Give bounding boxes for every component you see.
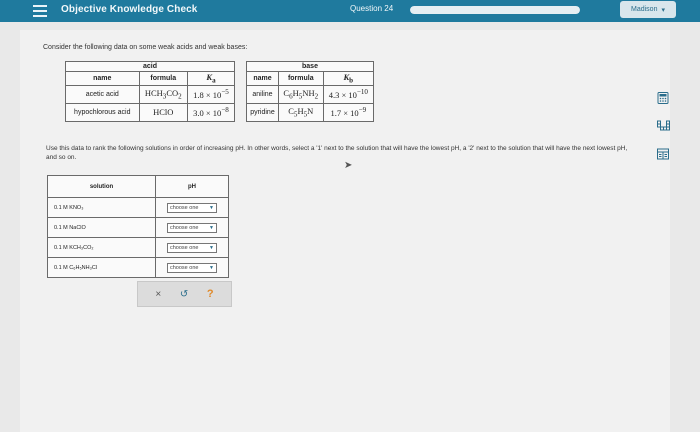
top-bar: Objective Knowledge Check Question 24 Ma… <box>0 0 700 22</box>
chevron-down-icon: ▼ <box>209 264 214 271</box>
ph-cell: choose one ▼ <box>155 237 229 258</box>
question-prompt: Consider the following data on some weak… <box>43 44 248 51</box>
reference-icon[interactable] <box>656 148 670 162</box>
chevron-down-icon: ▾ <box>661 6 665 14</box>
periodic-table-icon[interactable] <box>656 120 670 134</box>
chevron-down-icon: ▼ <box>209 224 214 231</box>
answer-actions: × ↺ ? <box>137 281 232 307</box>
ph-rank-select[interactable]: choose one ▼ <box>167 262 217 273</box>
col-ph: pH <box>155 175 229 198</box>
table-row: 0.1 M C₆H₅NH₃Cl choose one ▼ <box>47 257 229 278</box>
help-button[interactable]: ? <box>207 288 214 300</box>
base-data-table: base name formula Kb aniline C6H5NH2 4.3… <box>246 61 375 122</box>
base-row: aniline C6H5NH2 4.3 × 10−10 <box>246 84 375 104</box>
clear-button[interactable]: × <box>155 289 161 300</box>
calculator-icon[interactable] <box>656 92 670 106</box>
user-menu-button[interactable]: Madison ▾ <box>620 1 676 18</box>
solution-name: 0.1 M C₆H₅NH₃Cl <box>47 257 156 278</box>
mouse-cursor-icon: ➤ <box>344 160 353 171</box>
app-title: Objective Knowledge Check <box>61 4 198 15</box>
chevron-down-icon: ▼ <box>209 204 214 211</box>
col-solution: solution <box>47 175 156 198</box>
base-col-kb: Kb <box>322 71 375 86</box>
acid-row: acetic acid HCH3CO2 1.8 × 10−5 <box>65 84 235 104</box>
base-col-name: name <box>246 71 279 86</box>
table-row: 0.1 M KNO₃ choose one ▼ <box>47 197 229 218</box>
ph-rank-select[interactable]: choose one ▼ <box>167 202 217 213</box>
base-name: aniline <box>246 84 279 104</box>
menu-icon[interactable] <box>33 4 47 18</box>
progress-bar <box>410 6 580 14</box>
solution-name: 0.1 M KNO₃ <box>47 197 156 218</box>
user-name: Madison <box>631 6 658 13</box>
table-row: 0.1 M NaClO choose one ▼ <box>47 217 229 238</box>
acid-name: hypochlorous acid <box>65 102 140 122</box>
base-table-title: base <box>246 61 374 72</box>
acid-formula: HClO <box>138 102 189 122</box>
solutions-table: solution pH 0.1 M KNO₃ choose one ▼ 0.1 M… <box>47 175 229 278</box>
ph-rank-select[interactable]: choose one ▼ <box>167 242 217 253</box>
table-row: 0.1 M KCH₃CO₂ choose one ▼ <box>47 237 229 258</box>
base-name: pyridine <box>246 102 279 122</box>
base-formula: C6H5NH2 <box>277 84 324 104</box>
ph-cell: choose one ▼ <box>155 217 229 238</box>
instructions-text: Use this data to rank the following solu… <box>46 145 628 161</box>
progress-fill <box>410 6 580 14</box>
acid-table-title: acid <box>65 61 235 72</box>
base-row: pyridine C5H5N 1.7 × 10−9 <box>246 102 375 122</box>
solution-name: 0.1 M KCH₃CO₂ <box>47 237 156 258</box>
acid-row: hypochlorous acid HClO 3.0 × 10−8 <box>65 102 235 122</box>
acid-ka: 1.8 × 10−5 <box>187 84 235 104</box>
acid-name: acetic acid <box>65 84 140 104</box>
ph-cell: choose one ▼ <box>155 257 229 278</box>
solution-name: 0.1 M NaClO <box>47 217 156 238</box>
side-tools <box>656 92 670 162</box>
ph-rank-select[interactable]: choose one ▼ <box>167 222 217 233</box>
acid-col-ka: Ka <box>187 71 235 86</box>
acid-ka: 3.0 × 10−8 <box>187 102 235 122</box>
undo-button[interactable]: ↺ <box>180 289 188 300</box>
base-kb: 4.3 × 10−10 <box>322 84 375 104</box>
acid-col-name: name <box>65 71 140 86</box>
base-col-formula: formula <box>277 71 324 86</box>
base-formula: C5H5N <box>277 102 324 122</box>
acid-col-formula: formula <box>138 71 189 86</box>
chevron-down-icon: ▼ <box>209 244 214 251</box>
acid-data-table: acid name formula Ka acetic acid HCH3CO2… <box>65 61 235 122</box>
acid-formula: HCH3CO2 <box>138 84 189 104</box>
ph-cell: choose one ▼ <box>155 197 229 218</box>
base-kb: 1.7 × 10−9 <box>322 102 375 122</box>
question-label: Question 24 <box>350 4 394 13</box>
